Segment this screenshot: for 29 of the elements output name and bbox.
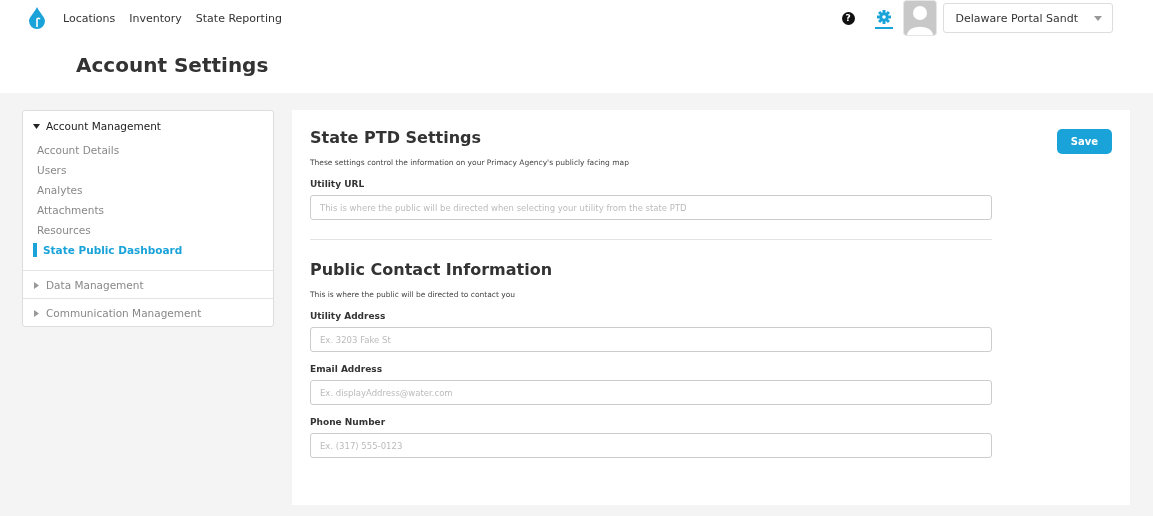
input-field[interactable]: Ex. (317) 555-0123 [310,433,992,458]
input-field[interactable]: Ex. displayAddress@water.com [310,380,992,405]
input-field[interactable]: Ex. 3203 Fake St [310,327,992,352]
section-title: State PTD Settings [310,128,483,147]
field-label: Email Address [310,364,383,374]
avatar-icon[interactable] [902,0,937,36]
field-label: Utility URL [310,179,366,189]
caret-icon [1094,15,1102,21]
nav-link[interactable]: Locations [63,11,116,25]
sidebar-group-toggle[interactable]: Communication Management [23,299,273,326]
sidebar-group-toggle[interactable]: Data Management [23,271,273,298]
sidebar-item[interactable]: State Public Dashboard [33,243,273,257]
nav-link[interactable]: Inventory [129,11,182,25]
nav-link[interactable]: State Reporting [195,11,282,25]
settings-icon[interactable] [874,7,893,29]
help-icon[interactable]: ? [841,11,855,25]
save-button[interactable]: Save [1056,129,1112,154]
page-title: Account Settings [76,53,270,79]
sidebar-item[interactable]: Analytes [23,183,273,197]
account-dropdown[interactable]: Delaware Portal Sandt [942,3,1113,33]
water-drop-logo-icon[interactable] [29,7,45,29]
sidebar-item[interactable]: Attachments [23,203,273,217]
section-title: Public Contact Information [310,260,554,279]
field-label: Phone Number [310,417,387,427]
sidebar-group-toggle[interactable]: Account Management [23,111,273,139]
field-label: Utility Address [310,311,387,321]
sidebar-item[interactable]: Resources [23,223,273,237]
sidebar-item[interactable]: Account Details [23,143,273,157]
sidebar-item[interactable]: Users [23,163,273,177]
